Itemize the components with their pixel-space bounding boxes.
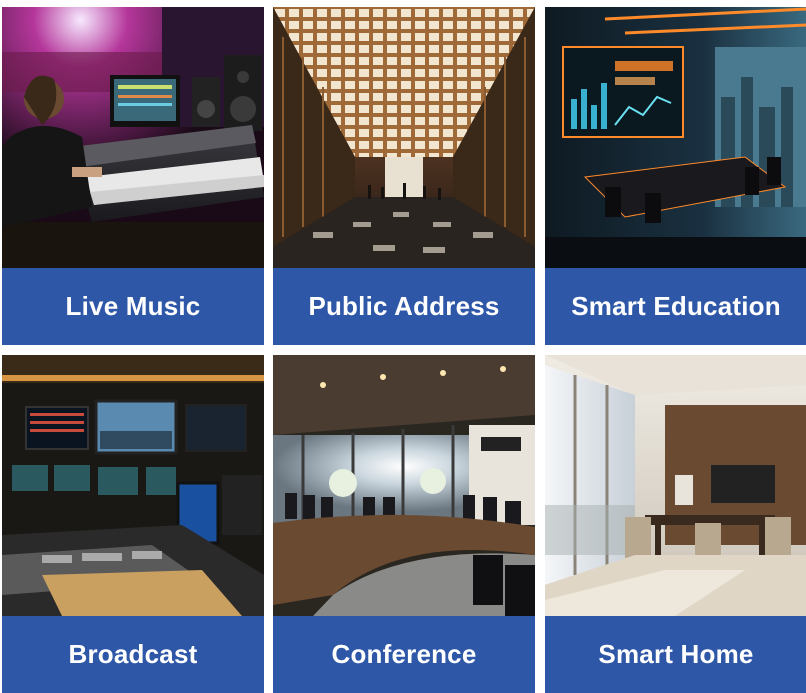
card-label: Conference (273, 616, 535, 693)
smart-home-image (545, 355, 806, 616)
live-music-image (2, 7, 264, 268)
public-address-image (273, 7, 535, 268)
card-smart-home[interactable]: Smart Home (545, 355, 806, 693)
conference-image (273, 355, 535, 616)
card-label: Smart Education (545, 268, 806, 345)
card-conference[interactable]: Conference (273, 355, 535, 693)
smart-education-photo (545, 7, 806, 268)
live-music-photo (2, 7, 264, 268)
card-public-address[interactable]: Public Address (273, 7, 535, 345)
application-scenarios-grid: Live Music Public Address Smart Educatio… (0, 0, 806, 693)
public-address-photo (273, 7, 535, 268)
conference-photo (273, 355, 535, 616)
card-label: Public Address (273, 268, 535, 345)
card-label: Smart Home (545, 616, 806, 693)
broadcast-image (2, 355, 264, 616)
smart-education-image (545, 7, 806, 268)
card-smart-education[interactable]: Smart Education (545, 7, 806, 345)
broadcast-photo (2, 355, 264, 616)
card-live-music[interactable]: Live Music (2, 7, 264, 345)
card-broadcast[interactable]: Broadcast (2, 355, 264, 693)
card-label: Live Music (2, 268, 264, 345)
smart-home-photo (545, 355, 806, 616)
card-label: Broadcast (2, 616, 264, 693)
